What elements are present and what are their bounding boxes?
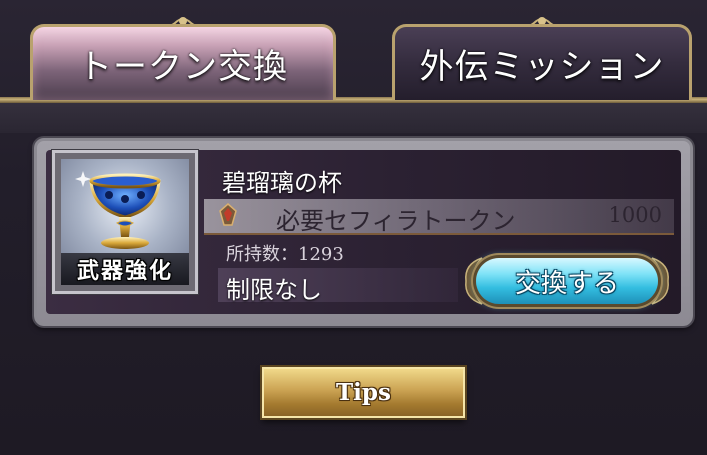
cost-row: 必要セフィラトークン 1000 [204,199,674,235]
cost-label: 必要セフィラトークン [276,207,516,235]
tips-label: Tips [336,379,391,406]
token-exchange-screen: トークン交換 外伝ミッション 武器強化 碧瑠璃の杯 必要セフィラトークン 100… [0,0,707,455]
exchange-button-body: 交換する [476,258,658,304]
chalice-icon [75,171,161,249]
owned-label: 所持数： [226,244,298,265]
sephira-token-icon [219,203,237,226]
limit-row: 制限なし [218,268,458,304]
tab-side-story-missions[interactable]: 外伝ミッション [392,24,692,100]
owned-count: 所持数：1293 [226,240,344,266]
cost-value: 1000 [608,203,662,227]
exchange-button[interactable]: 交換する [462,250,672,312]
tips-button[interactable]: Tips [262,367,465,418]
item-thumbnail: 武器強化 [61,159,189,285]
tab-label: トークン交換 [78,47,288,87]
owned-value: 1293 [298,244,344,265]
exchange-button-label: 交換する [514,268,619,299]
limit-text: 制限なし [226,276,322,304]
tab-shelf [0,103,707,133]
item-category-label: 武器強化 [61,253,189,285]
item-thumbnail-frame[interactable]: 武器強化 [52,150,198,294]
tab-token-exchange[interactable]: トークン交換 [30,24,336,100]
item-name: 碧瑠璃の杯 [222,169,342,197]
tab-label: 外伝ミッション [419,47,665,87]
